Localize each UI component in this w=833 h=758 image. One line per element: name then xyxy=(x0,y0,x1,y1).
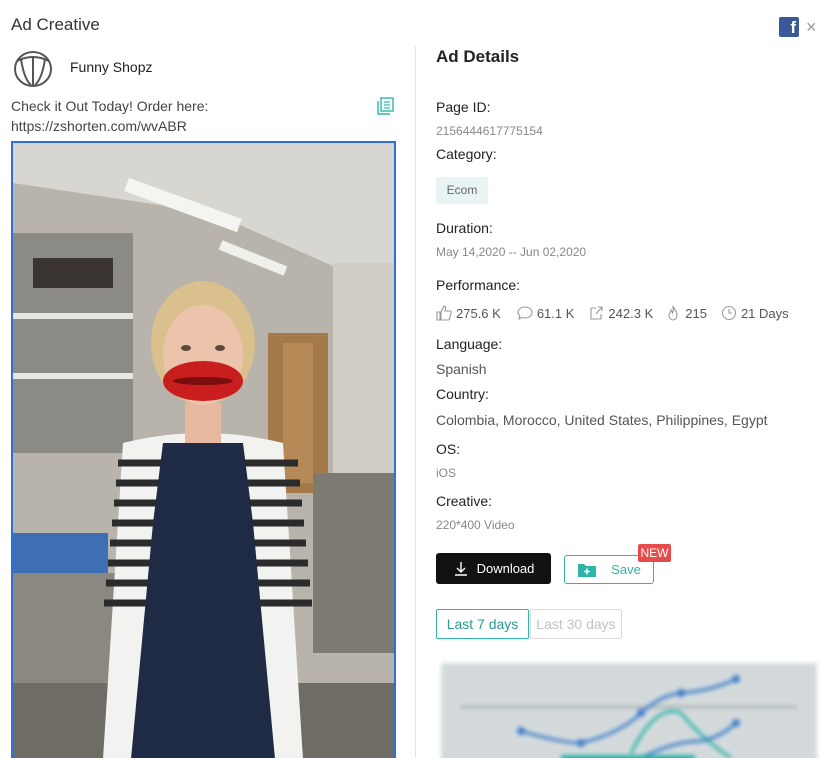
page-id-value: 2156444617775154 xyxy=(436,124,543,138)
duration-label: Duration: xyxy=(436,220,493,236)
close-icon[interactable]: × xyxy=(806,17,820,37)
comments-stat: 61.1 K xyxy=(517,305,575,321)
page-name[interactable]: Funny Shopz xyxy=(70,59,153,75)
avatar xyxy=(12,49,54,89)
performance-label: Performance: xyxy=(436,277,521,293)
os-label: OS: xyxy=(436,441,461,457)
page-id-label: Page ID: xyxy=(436,99,491,115)
country-label: Country: xyxy=(436,386,489,402)
country-value: Colombia, Morocco, United States, Philip… xyxy=(436,412,768,428)
creative-label: Creative: xyxy=(436,493,493,509)
tab-last-7-days[interactable]: Last 7 days xyxy=(436,609,529,639)
ad-details-heading: Ad Details xyxy=(436,47,520,66)
ad-text-line: Check it Out Today! Order here: xyxy=(11,98,209,114)
column-divider xyxy=(415,46,416,758)
ad-text: Check it Out Today! Order here: https://… xyxy=(11,96,371,136)
language-label: Language: xyxy=(436,336,503,352)
video-thumbnail xyxy=(13,143,394,758)
category-tag: Ecom xyxy=(436,177,488,204)
share-icon xyxy=(590,306,603,320)
creative-value: 220*400 Video xyxy=(436,518,515,532)
download-button[interactable]: Download xyxy=(436,553,551,584)
days-stat: 21 Days xyxy=(721,305,789,321)
ad-link[interactable]: https://zshorten.com/wvABR xyxy=(11,116,371,136)
language-value: Spanish xyxy=(436,361,487,377)
category-label: Category: xyxy=(436,146,497,162)
tab-last-30-days[interactable]: Last 30 days xyxy=(530,609,622,639)
shares-count: 242.3 K xyxy=(608,305,654,321)
save-label: Save xyxy=(611,562,641,577)
clock-icon xyxy=(721,305,737,321)
blurred-chart-preview xyxy=(441,663,817,758)
likes-count: 275.6 K xyxy=(456,305,501,321)
likes-stat: 275.6 K xyxy=(436,305,501,321)
download-label: Download xyxy=(476,561,535,576)
video-player[interactable] xyxy=(11,141,396,758)
days-count: 21 Days xyxy=(740,305,789,321)
comment-icon xyxy=(517,306,533,321)
performance-stats: 275.6 K 61.1 K 242.3 K 215 21 Days xyxy=(436,303,799,323)
shares-stat: 242.3 K xyxy=(588,305,653,321)
comments-count: 61.1 K xyxy=(536,305,575,321)
os-value: iOS xyxy=(436,466,457,480)
hot-count: 215 xyxy=(685,305,707,321)
flame-icon xyxy=(668,305,678,321)
hot-stat: 215 xyxy=(665,305,707,321)
new-badge: NEW xyxy=(638,544,671,562)
thumbs-up-icon xyxy=(436,305,452,321)
copy-icon[interactable] xyxy=(375,96,395,116)
facebook-icon[interactable]: f xyxy=(779,17,799,37)
download-icon xyxy=(454,561,467,576)
dialog-title: Ad Creative xyxy=(11,15,100,34)
blurred-chart-graphic xyxy=(461,675,797,758)
folder-plus-icon xyxy=(578,563,597,577)
duration-value: May 14,2020 -- Jun 02,2020 xyxy=(436,245,587,259)
